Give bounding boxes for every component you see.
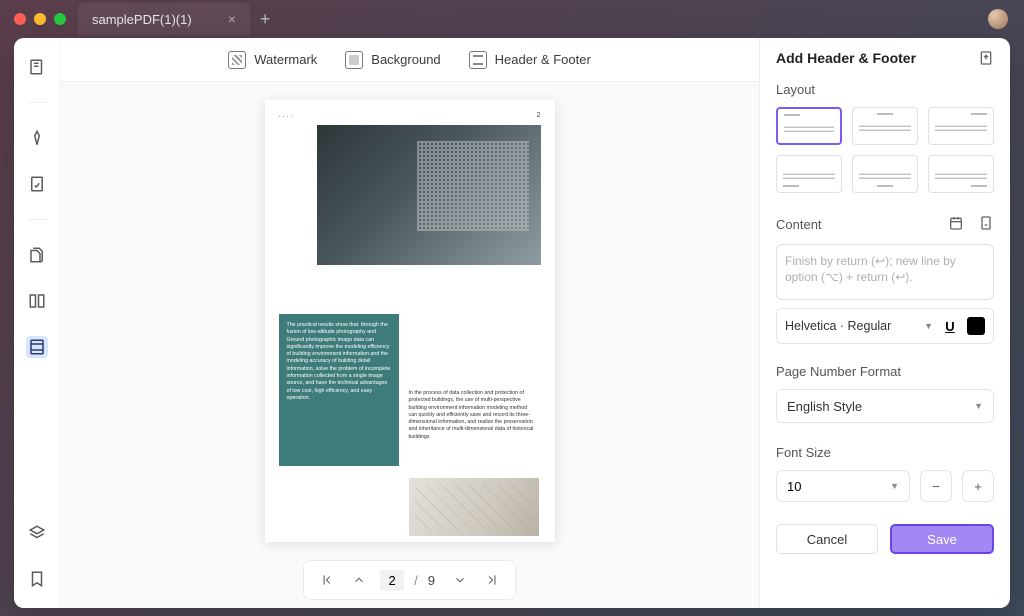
page-number-format-value: English Style — [787, 399, 862, 414]
new-tab-button[interactable]: + — [260, 9, 271, 30]
cancel-button[interactable]: Cancel — [776, 524, 878, 554]
insert-page-number-icon[interactable] — [978, 215, 994, 234]
rail-bookmark-icon[interactable] — [26, 568, 48, 590]
canvas-area[interactable]: .... 2 The practical results show that: … — [60, 82, 759, 608]
nav-page-input[interactable] — [380, 570, 404, 591]
page-image-bottom — [409, 478, 539, 536]
insert-date-icon[interactable] — [948, 215, 964, 234]
rail-organize-icon[interactable] — [26, 290, 48, 312]
font-color-swatch[interactable] — [967, 317, 985, 335]
layout-option-bottom-center[interactable] — [852, 155, 918, 193]
panel-title: Add Header & Footer — [776, 50, 916, 66]
page-paragraph: In the process of data collection and pr… — [409, 390, 537, 441]
content-section-label: Content — [776, 217, 822, 232]
document-page[interactable]: .... 2 The practical results show that: … — [265, 100, 555, 542]
toolbar-header-footer[interactable]: Header & Footer — [469, 51, 591, 69]
chevron-down-icon: ▼ — [890, 481, 899, 491]
nav-prev-page-button[interactable] — [348, 569, 370, 591]
underline-toggle[interactable]: U — [941, 319, 959, 334]
page-header-number: 2 — [537, 112, 541, 119]
page-running-header: .... 2 — [279, 112, 541, 119]
layout-option-top-left[interactable] — [776, 107, 842, 145]
font-size-increase-button[interactable]: + — [962, 470, 994, 502]
right-panel: Add Header & Footer Layout Content — [760, 38, 1010, 608]
toolbar-watermark[interactable]: Watermark — [228, 51, 317, 69]
page-header-dots: .... — [279, 112, 295, 119]
chevron-down-icon: ▼ — [924, 321, 933, 331]
toolbar-background-label: Background — [371, 52, 440, 67]
toolbar-background[interactable]: Background — [345, 51, 440, 69]
rail-pages-icon[interactable] — [26, 244, 48, 266]
window-close-button[interactable] — [14, 13, 26, 25]
page-number-format-select[interactable]: English Style ▼ — [776, 389, 994, 423]
layout-option-top-right[interactable] — [928, 107, 994, 145]
tab-document[interactable]: samplePDF(1)(1) × — [78, 3, 250, 35]
page-callout-teal: The practical results show that: through… — [279, 314, 399, 466]
nav-first-page-button[interactable] — [316, 569, 338, 591]
font-size-select[interactable]: 10 ▼ — [776, 470, 910, 502]
font-select-label: Helvetica · Regular — [785, 319, 891, 333]
font-size-decrease-button[interactable]: − — [920, 470, 952, 502]
chevron-down-icon: ▼ — [974, 401, 983, 411]
avatar[interactable] — [988, 9, 1008, 29]
nav-total-pages: 9 — [428, 573, 439, 588]
tab-title: samplePDF(1)(1) — [92, 12, 192, 27]
left-rail — [14, 38, 60, 608]
rail-highlight-icon[interactable] — [26, 127, 48, 149]
layout-option-bottom-right[interactable] — [928, 155, 994, 193]
layout-options — [776, 107, 994, 193]
font-size-value: 10 — [787, 479, 801, 494]
watermark-icon — [228, 51, 246, 69]
toolbar-header-footer-label: Header & Footer — [495, 52, 591, 67]
export-icon[interactable] — [978, 50, 994, 66]
nav-last-page-button[interactable] — [481, 569, 503, 591]
toolbar-watermark-label: Watermark — [254, 52, 317, 67]
page-number-format-label: Page Number Format — [776, 364, 994, 379]
header-footer-icon — [469, 51, 487, 69]
rail-edit-icon[interactable] — [26, 173, 48, 195]
layout-option-top-center[interactable] — [852, 107, 918, 145]
tab-close-icon[interactable]: × — [228, 11, 236, 27]
window-zoom-button[interactable] — [54, 13, 66, 25]
content-textarea[interactable]: Finish by return (↩); new line by option… — [776, 244, 994, 300]
page-navigator: / 9 — [303, 560, 516, 600]
rail-thumbnails-icon[interactable] — [26, 56, 48, 78]
layout-section-label: Layout — [776, 82, 994, 97]
top-toolbar: Watermark Background Header & Footer — [60, 38, 759, 82]
save-button[interactable]: Save — [890, 524, 994, 554]
rail-layers-icon[interactable] — [26, 522, 48, 544]
font-size-label: Font Size — [776, 445, 994, 460]
nav-next-page-button[interactable] — [449, 569, 471, 591]
layout-option-bottom-left[interactable] — [776, 155, 842, 193]
rail-header-footer-icon[interactable] — [26, 336, 48, 358]
window-minimize-button[interactable] — [34, 13, 46, 25]
title-bar: samplePDF(1)(1) × + — [0, 0, 1024, 38]
background-icon — [345, 51, 363, 69]
page-image-top — [317, 125, 541, 265]
font-select[interactable]: Helvetica · Regular ▼ — [785, 319, 933, 333]
nav-separator: / — [414, 573, 418, 588]
